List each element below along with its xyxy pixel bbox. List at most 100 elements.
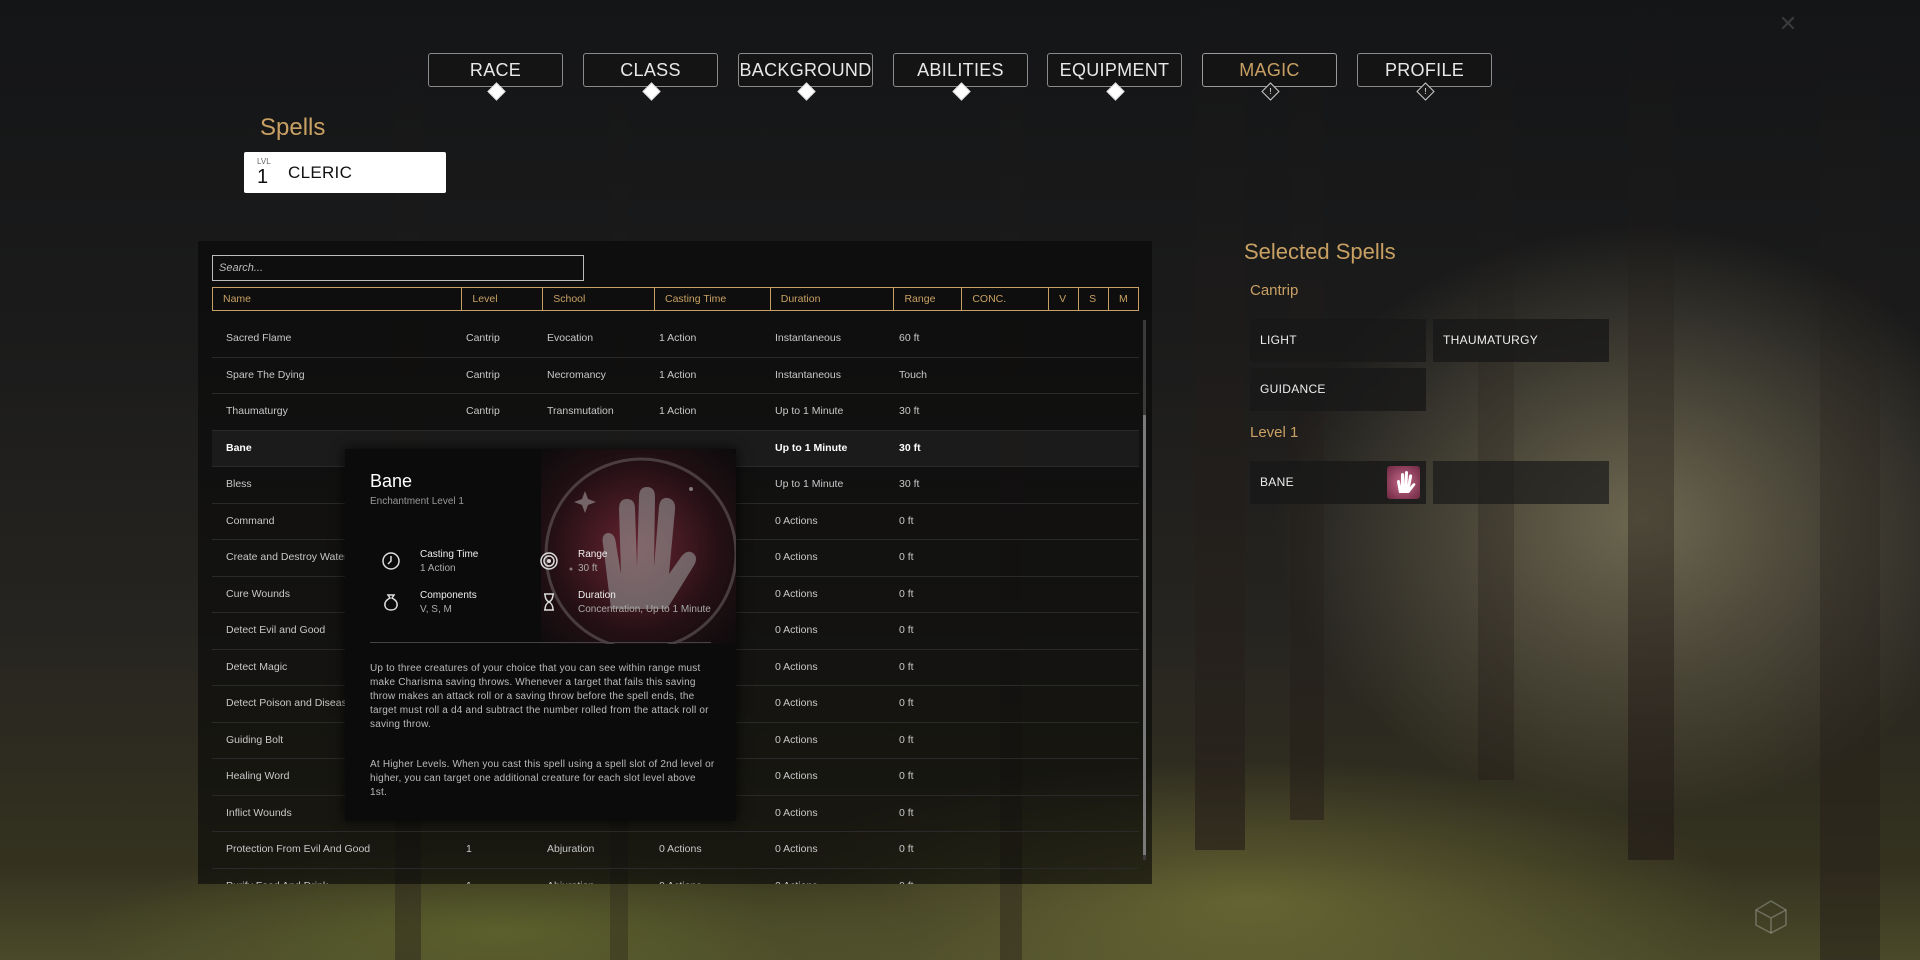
class-selector[interactable]: LVL 1 CLERIC xyxy=(244,152,446,193)
tab-label: RACE xyxy=(469,60,522,80)
clock-icon xyxy=(382,552,400,570)
spell-tooltip: Bane Enchantment Level 1 Casting Time 1 … xyxy=(345,449,736,821)
spell-duration: 0 Actions xyxy=(771,869,895,885)
table-row[interactable]: Thaumaturgy Cantrip Transmutation 1 Action U… xyxy=(212,394,1139,431)
tab-race[interactable]: RACE xyxy=(428,53,563,101)
spell-duration: 0 Actions xyxy=(775,843,818,855)
col-range[interactable]: Range xyxy=(894,288,963,310)
tab-label: ABILITIES xyxy=(917,60,1004,80)
casting-time-value: 1 Action xyxy=(420,563,456,574)
tab-label: MAGIC xyxy=(1239,60,1300,80)
spell-duration: 0 Actions xyxy=(775,806,818,819)
col-casting-time[interactable]: Casting Time xyxy=(655,288,771,310)
spell-description: Up to three creatures of your choice tha… xyxy=(370,663,709,730)
spell-range: 0 ft xyxy=(895,869,963,885)
step-complete-icon xyxy=(797,82,816,101)
spell-level: Cantrip xyxy=(466,368,500,381)
spell-duration: 0 Actions xyxy=(775,551,818,563)
col-level[interactable]: Level xyxy=(462,288,544,310)
spell-range: 0 ft xyxy=(899,697,914,709)
col-name[interactable]: Name xyxy=(213,288,463,310)
wizard-nav: RACE CLASS BACKGROUND ABILITIES EQUIPMEN… xyxy=(0,53,1920,103)
tab-equipment[interactable]: EQUIPMENT xyxy=(1047,53,1182,101)
tab-label: PROFILE xyxy=(1384,60,1465,80)
selected-spell-name: THAUMATURGY xyxy=(1443,333,1539,347)
spell-duration: Instantaneous xyxy=(775,368,841,381)
tab-class[interactable]: CLASS xyxy=(583,53,718,101)
components-value: V, S, M xyxy=(420,604,452,615)
target-icon xyxy=(540,552,558,570)
tab-profile[interactable]: PROFILE! xyxy=(1357,53,1492,101)
tooltip-subtitle: Enchantment Level 1 xyxy=(370,496,464,507)
divider xyxy=(370,642,711,643)
range-value: 30 ft xyxy=(578,563,598,574)
higher-levels-text: At Higher Levels. When you cast this spe… xyxy=(370,759,715,798)
table-row[interactable]: Purify Food And Drink1Abjuration0 Action… xyxy=(212,869,1139,885)
spell-casting-time: 1 Action xyxy=(659,405,697,417)
table-row[interactable]: Sacred Flame Cantrip Evocation 1 Action Inst… xyxy=(212,321,1139,358)
spell-range: 0 ft xyxy=(899,770,914,782)
selected-spell-card[interactable]: LIGHT xyxy=(1250,319,1426,362)
spell-duration: 0 Actions xyxy=(775,624,818,636)
col-concentration[interactable]: CONC. xyxy=(962,288,1050,310)
spell-name: Purify Food And Drink xyxy=(212,869,462,885)
spell-level: 1 xyxy=(466,843,472,855)
spell-school: Abjuration xyxy=(543,869,655,885)
empty-spell-slot[interactable] xyxy=(1433,461,1609,504)
tab-label: BACKGROUND xyxy=(739,60,872,80)
spell-range: 0 ft xyxy=(899,514,914,527)
tab-background[interactable]: BACKGROUND xyxy=(738,53,873,101)
spell-duration: 0 Actions xyxy=(775,697,818,709)
spell-casting-time: 1 Action xyxy=(659,332,697,344)
spell-casting-time: 1 Action xyxy=(659,368,697,381)
tab-abilities[interactable]: ABILITIES xyxy=(893,53,1028,101)
tab-magic[interactable]: MAGIC! xyxy=(1202,53,1337,101)
spell-hand-icon xyxy=(1387,466,1420,499)
col-somatic[interactable]: S xyxy=(1079,288,1110,310)
spell-school: Necromancy xyxy=(547,368,606,381)
search-input[interactable] xyxy=(212,255,584,281)
spell-duration: Up to 1 Minute xyxy=(775,405,844,417)
spell-duration: 0 Actions xyxy=(775,660,818,673)
tab-label: CLASS xyxy=(620,60,681,80)
step-complete-icon xyxy=(487,82,506,101)
selected-spell-card[interactable]: GUIDANCE xyxy=(1250,368,1426,411)
close-icon[interactable]: ✕ xyxy=(1776,12,1800,36)
spell-level: Cantrip xyxy=(466,405,500,417)
spell-casting-time: 0 Actions xyxy=(655,869,771,885)
spell-duration: 0 Actions xyxy=(775,514,818,527)
hourglass-icon xyxy=(544,593,554,611)
spell-name: Spare The Dying xyxy=(226,368,305,381)
pouch-icon xyxy=(384,594,398,611)
level1-group-label: Level 1 xyxy=(1250,424,1299,441)
selected-spell-card[interactable]: BANE xyxy=(1250,461,1426,504)
scrollbar-thumb[interactable] xyxy=(1143,415,1146,855)
spell-level: Cantrip xyxy=(466,332,500,344)
col-verbal[interactable]: V xyxy=(1049,288,1080,310)
step-complete-icon xyxy=(1106,82,1125,101)
spell-range: 0 ft xyxy=(899,806,914,819)
spell-level: 1 xyxy=(462,869,543,885)
spell-school: Evocation xyxy=(547,332,594,344)
table-row[interactable]: Protection From Evil And Good 1 Abjuration… xyxy=(212,832,1139,869)
table-row[interactable]: Spare The Dying Cantrip Necromancy 1 Action… xyxy=(212,358,1139,394)
spell-duration: 0 Actions xyxy=(775,587,818,600)
spell-range: Touch xyxy=(899,368,928,381)
col-material[interactable]: M xyxy=(1109,288,1138,310)
table-scrollbar[interactable] xyxy=(1143,320,1146,860)
col-school[interactable]: School xyxy=(543,288,655,310)
col-duration[interactable]: Duration xyxy=(771,288,895,310)
selected-spell-card[interactable]: THAUMATURGY xyxy=(1433,319,1609,362)
level-label: LVL xyxy=(257,157,271,166)
duration-value: Concentration, Up to 1 Minute xyxy=(578,604,711,615)
table-header: Name Level School Casting Time Duration … xyxy=(212,287,1139,311)
components-label: Components xyxy=(420,590,477,601)
class-name: CLERIC xyxy=(288,163,353,182)
spell-duration: 0 Actions xyxy=(775,770,818,782)
spell-range: 60 ft xyxy=(899,332,920,344)
spell-name: Protection From Evil And Good xyxy=(226,843,371,855)
spell-school: Transmutation xyxy=(547,405,614,417)
spell-range: 30 ft xyxy=(899,478,920,490)
selected-spells-title: Selected Spells xyxy=(1244,239,1396,264)
spell-duration: 0 Actions xyxy=(775,733,818,746)
